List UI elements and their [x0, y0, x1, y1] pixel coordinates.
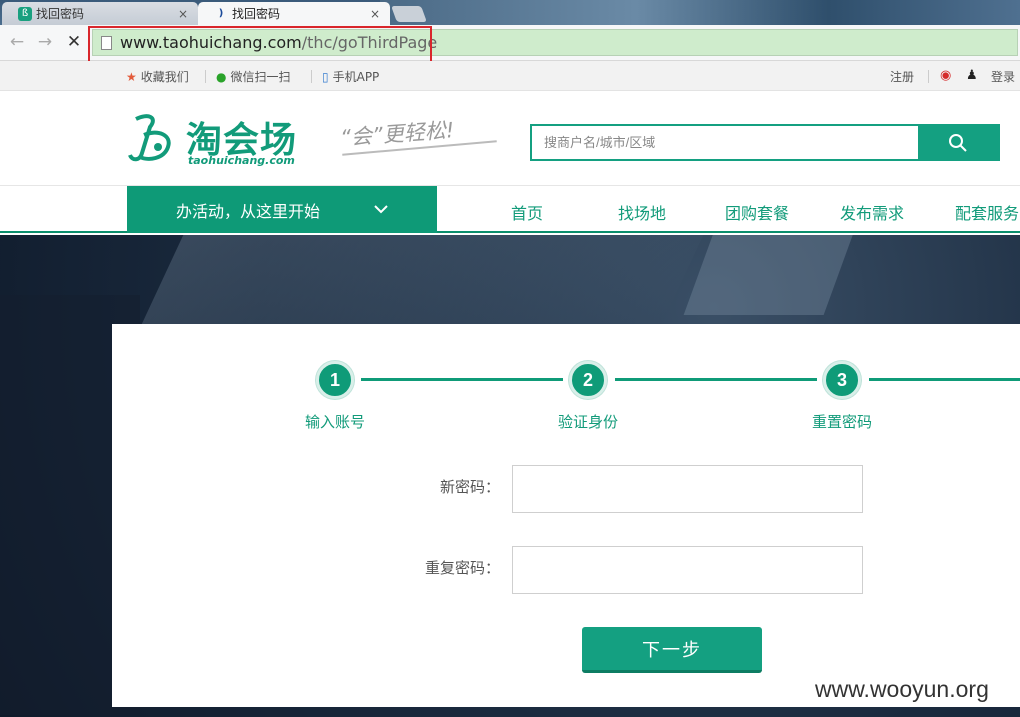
tab-close-icon[interactable]: ×	[178, 7, 188, 21]
step-2: 2 验证身份	[528, 361, 648, 432]
step-label: 验证身份	[557, 413, 618, 431]
step-1: 1 输入账号	[275, 361, 395, 432]
divider	[311, 70, 312, 83]
tabbar-background	[380, 0, 1020, 25]
nav-item-group-deals[interactable]: 团购套餐	[725, 200, 789, 224]
nav-item-post-request[interactable]: 发布需求	[840, 200, 904, 224]
top-links-bar: ★ 收藏我们 ● 微信扫一扫 ▯ 手机APP 注册 ◉ ♟ 登录	[0, 61, 1020, 91]
step-label: 重置密码	[811, 413, 872, 431]
search-button[interactable]	[918, 126, 998, 159]
step-3: 3 重置密码	[782, 361, 902, 432]
new-tab-button[interactable]	[391, 6, 427, 22]
new-password-label: 新密码：	[439, 478, 500, 496]
nav-item-find-venue[interactable]: 找场地	[618, 200, 666, 224]
chevron-down-icon	[374, 202, 388, 218]
qq-icon[interactable]: ♟	[966, 68, 978, 83]
search-input[interactable]	[532, 126, 918, 159]
weibo-icon[interactable]: ◉	[940, 68, 951, 83]
phone-icon: ▯	[322, 69, 329, 84]
repeat-password-label: 重复密码：	[424, 559, 500, 577]
search-box	[530, 124, 1000, 161]
step-number: 1	[316, 361, 354, 399]
bookmark-app-label: 手机APP	[332, 70, 380, 84]
search-icon	[949, 133, 967, 152]
wechat-icon: ●	[216, 69, 227, 84]
divider	[928, 70, 929, 83]
step-number: 2	[569, 361, 607, 399]
logo-icon[interactable]	[128, 113, 176, 165]
site-header: 淘会场 taohuichang.com “会”更轻松!	[0, 91, 1020, 186]
main-nav: 办活动，从这里开始 首页 找场地 团购套餐 发布需求 配套服务	[0, 186, 1020, 233]
tab-title: 找回密码	[36, 7, 85, 21]
repeat-password-input[interactable]	[512, 546, 863, 594]
loading-icon: )	[218, 8, 224, 19]
stop-loading-icon[interactable]: ✕	[63, 31, 85, 53]
nav-item-home[interactable]: 首页	[511, 200, 543, 224]
bookmark-collect[interactable]: ★ 收藏我们	[126, 68, 189, 85]
reset-password-card: 1 输入账号 2 验证身份 3 重置密码 新密码： 重复密码： 下一步	[112, 324, 1020, 707]
tab-inactive[interactable]: ß 找回密码 ×	[2, 2, 198, 25]
bookmark-wechat-label: 微信扫一扫	[230, 70, 291, 84]
new-password-input[interactable]	[512, 465, 863, 513]
forward-icon[interactable]: →	[34, 31, 56, 53]
site-favicon-icon: ß	[18, 6, 32, 21]
step-label: 输入账号	[304, 413, 365, 431]
nav-item-services[interactable]: 配套服务	[955, 200, 1019, 224]
hero-shape	[683, 235, 857, 315]
tab-active[interactable]: ) 找回密码 ×	[198, 2, 390, 25]
category-menu-button[interactable]: 办活动，从这里开始	[127, 186, 437, 233]
step-number: 3	[823, 361, 861, 399]
bookmark-wechat[interactable]: ● 微信扫一扫	[216, 68, 291, 85]
tab-close-icon[interactable]: ×	[370, 7, 380, 21]
divider	[205, 70, 206, 83]
watermark: www.wooyun.org	[815, 676, 989, 702]
back-icon[interactable]: ←	[6, 31, 28, 53]
star-icon: ★	[126, 69, 137, 84]
login-link[interactable]: 登录	[991, 68, 1015, 85]
category-menu-label: 办活动，从这里开始	[175, 201, 320, 221]
bookmark-app[interactable]: ▯ 手机APP	[322, 68, 379, 85]
browser-tab-bar: ß 找回密码 × ) 找回密码 ×	[0, 0, 1020, 25]
register-link[interactable]: 注册	[890, 68, 914, 85]
tab-title: 找回密码	[232, 7, 281, 21]
bookmark-collect-label: 收藏我们	[140, 70, 189, 84]
brand-domain: taohuichang.com	[188, 154, 295, 167]
next-step-button[interactable]: 下一步	[582, 627, 762, 673]
